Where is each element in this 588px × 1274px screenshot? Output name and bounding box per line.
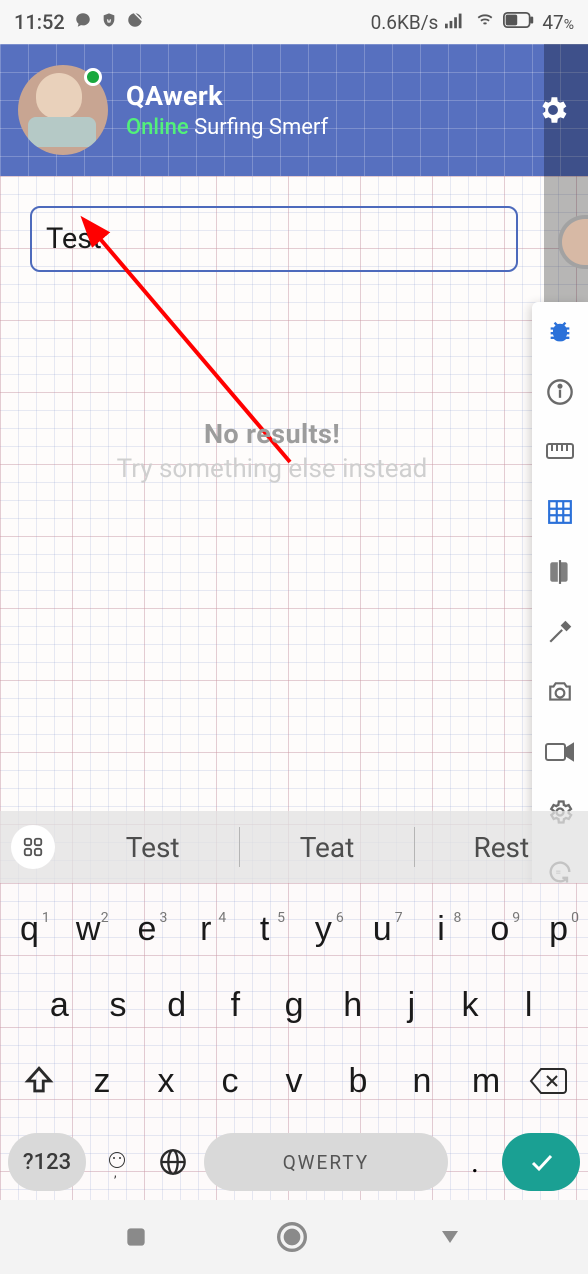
wifi-icon — [474, 11, 496, 34]
suggestion-2[interactable]: Teat — [240, 831, 413, 864]
key-r[interactable]: r4 — [176, 910, 235, 949]
signal-icon — [445, 11, 467, 34]
suggestion-1[interactable]: Test — [66, 831, 239, 864]
settings-button[interactable] — [536, 93, 570, 127]
status-time: 11:52 — [14, 10, 65, 34]
shift-key[interactable] — [8, 1064, 70, 1098]
bug-icon[interactable] — [544, 316, 576, 348]
key-b[interactable]: b — [326, 1062, 390, 1101]
chat-notif-icon — [74, 10, 92, 34]
empty-state-title: No results! — [0, 418, 544, 450]
empty-state-subtitle: Try something else instead — [0, 454, 544, 484]
enter-key[interactable] — [502, 1133, 580, 1191]
android-status-bar: 11:52 0.6KB/s 47% — [0, 0, 588, 44]
key-k[interactable]: k — [441, 986, 500, 1025]
search-input[interactable] — [30, 206, 518, 272]
contact-status: Online Surfing Smerf — [126, 115, 328, 140]
avatar[interactable] — [18, 65, 108, 155]
key-e[interactable]: e3 — [118, 910, 177, 949]
eyedropper-icon[interactable] — [544, 616, 576, 648]
key-y[interactable]: y6 — [294, 910, 353, 949]
status-netspeed: 0.6KB/s — [371, 11, 439, 34]
status-battery-pct: 47% — [542, 11, 574, 34]
battery-icon — [503, 11, 535, 34]
key-g[interactable]: g — [265, 986, 324, 1025]
contact-name: QAwerk — [126, 80, 328, 112]
presence-indicator — [84, 68, 102, 86]
nav-home[interactable] — [276, 1221, 308, 1253]
key-o[interactable]: o9 — [470, 910, 529, 949]
key-f[interactable]: f — [206, 986, 265, 1025]
key-d[interactable]: d — [147, 986, 206, 1025]
key-s[interactable]: s — [89, 986, 148, 1025]
space-key[interactable]: QWERTY — [204, 1133, 448, 1191]
nav-recents[interactable] — [123, 1224, 149, 1250]
camera-icon[interactable] — [544, 676, 576, 708]
video-icon[interactable] — [544, 736, 576, 768]
key-v[interactable]: v — [262, 1062, 326, 1101]
key-l[interactable]: l — [499, 986, 558, 1025]
key-p[interactable]: p0 — [529, 910, 588, 949]
key-w[interactable]: w2 — [59, 910, 118, 949]
symbols-key[interactable]: ?123 — [8, 1133, 86, 1191]
key-j[interactable]: j — [382, 986, 441, 1025]
backspace-key[interactable] — [518, 1066, 580, 1096]
info-icon[interactable] — [544, 376, 576, 408]
period-key[interactable]: . — [454, 1145, 496, 1180]
emoji-key[interactable]: , — [92, 1152, 142, 1172]
grid-icon[interactable] — [544, 496, 576, 528]
ruler-icon[interactable] — [544, 436, 576, 468]
soft-keyboard: q1w2e3r4t5y6u7i8o9p0 asdfghjkl zxcvbnm ?… — [0, 883, 588, 1200]
key-c[interactable]: c — [198, 1062, 262, 1101]
dnd-icon — [126, 10, 144, 34]
key-z[interactable]: z — [70, 1062, 134, 1101]
key-a[interactable]: a — [30, 986, 89, 1025]
keyboard-suggestion-bar: Test Teat Rest — [0, 811, 588, 883]
key-x[interactable]: x — [134, 1062, 198, 1101]
key-h[interactable]: h — [323, 986, 382, 1025]
chat-header: QAwerk Online Surfing Smerf — [0, 44, 588, 176]
shield-icon — [101, 10, 117, 34]
key-u[interactable]: u7 — [353, 910, 412, 949]
language-key[interactable] — [148, 1148, 198, 1176]
compare-icon[interactable] — [544, 556, 576, 588]
key-q[interactable]: q1 — [0, 910, 59, 949]
suggestion-3[interactable]: Rest — [415, 831, 588, 864]
key-t[interactable]: t5 — [235, 910, 294, 949]
android-navbar — [0, 1200, 588, 1274]
key-n[interactable]: n — [390, 1062, 454, 1101]
key-i[interactable]: i8 — [412, 910, 471, 949]
nav-back[interactable] — [435, 1225, 465, 1249]
suggestion-menu-button[interactable] — [0, 825, 66, 869]
key-m[interactable]: m — [454, 1062, 518, 1101]
